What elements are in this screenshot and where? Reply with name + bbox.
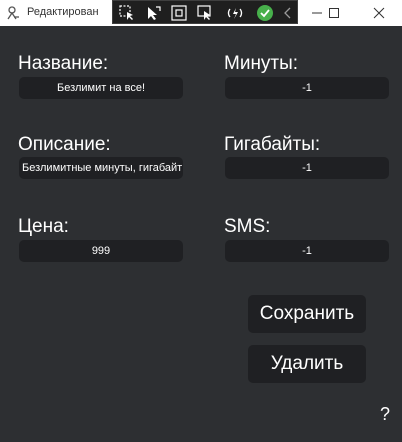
hot-reload-icon[interactable] (226, 4, 244, 22)
name-label: Название: (18, 53, 109, 74)
select-element-icon[interactable] (118, 4, 136, 22)
name-field[interactable]: Безлимит на все! (19, 77, 183, 99)
layout-adorner-icon[interactable] (170, 4, 188, 22)
app-icon (5, 5, 21, 21)
gigabytes-field[interactable]: -1 (225, 157, 389, 179)
price-label: Цена: (18, 216, 69, 237)
maximize-icon (329, 8, 339, 18)
track-focus-icon[interactable] (196, 4, 214, 22)
help-button[interactable]: ? (380, 404, 390, 425)
debug-toolbar (112, 0, 298, 24)
description-label: Описание: (18, 134, 111, 155)
minutes-field[interactable]: -1 (225, 77, 389, 99)
close-icon (373, 7, 385, 19)
price-field[interactable]: 999 (19, 240, 183, 262)
close-button[interactable] (362, 0, 396, 26)
delete-button[interactable]: Удалить (248, 345, 366, 383)
pointer-icon[interactable] (144, 4, 162, 22)
minutes-label: Минуты: (224, 53, 299, 74)
sms-label: SMS: (224, 216, 271, 237)
title-bar: Редактирован (0, 0, 402, 26)
save-button[interactable]: Сохранить (248, 295, 366, 333)
window-title: Редактирован (27, 6, 99, 18)
collapse-chevron-icon[interactable] (279, 4, 297, 22)
sms-field[interactable]: -1 (225, 240, 389, 262)
description-field[interactable]: Безлимитные минуты, гигабайты (19, 157, 183, 179)
checked-icon[interactable] (256, 4, 274, 22)
gigabytes-label: Гигабайты: (224, 134, 321, 155)
maximize-button[interactable] (317, 0, 351, 26)
